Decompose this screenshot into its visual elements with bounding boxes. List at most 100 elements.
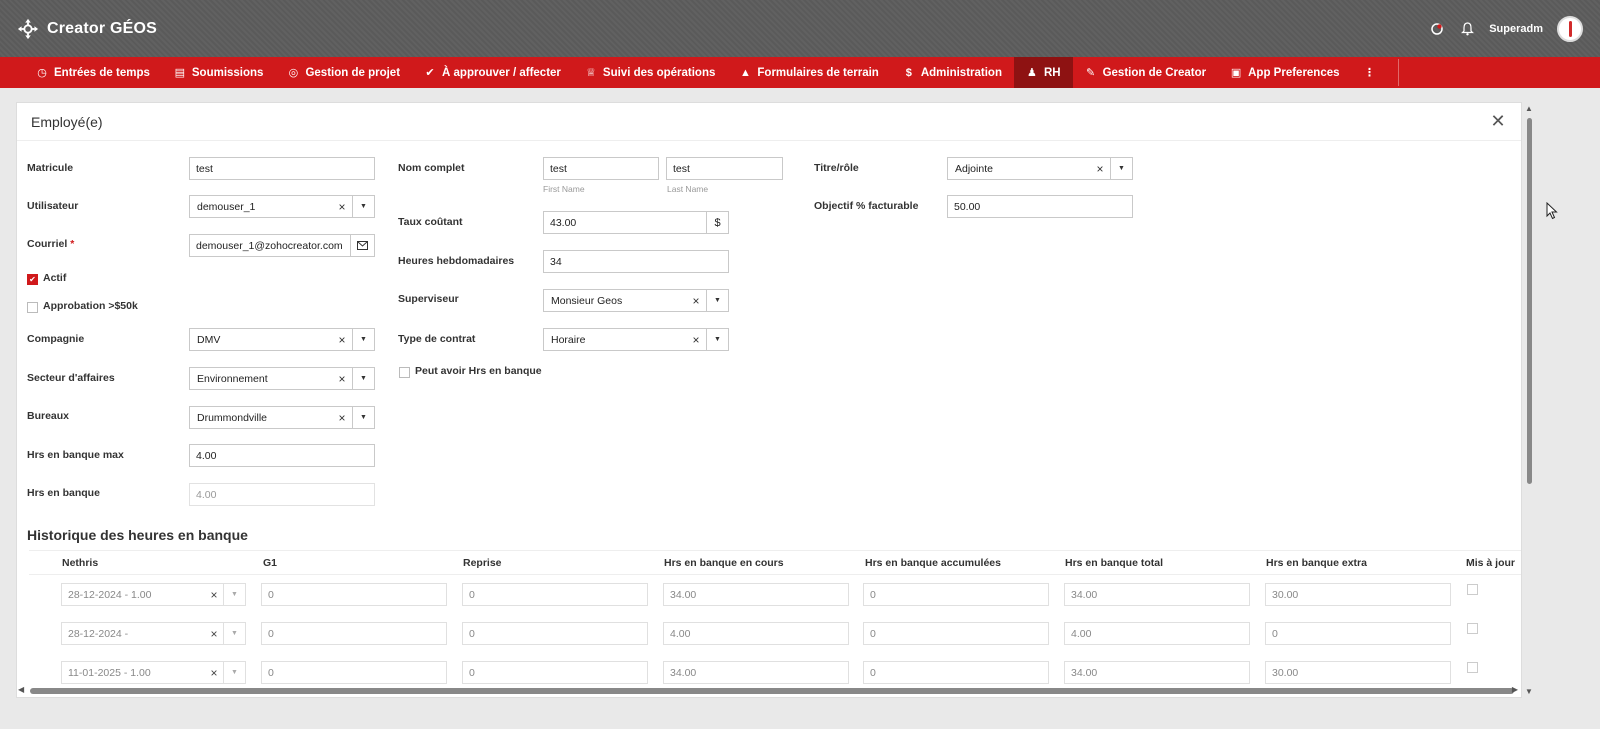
nethris-select[interactable]: 28-12-2024 - × ▼ <box>61 622 246 645</box>
chevron-down-icon[interactable]: ▼ <box>1110 158 1132 179</box>
g1-cell[interactable]: 0 <box>261 661 447 684</box>
clear-icon[interactable]: × <box>1090 158 1110 179</box>
reprise-cell[interactable]: 0 <box>462 583 648 606</box>
g1-cell[interactable]: 0 <box>261 622 447 645</box>
extra-cell[interactable]: 0 <box>1265 622 1451 645</box>
scroll-down-icon[interactable]: ▼ <box>1525 687 1533 696</box>
top-header: Creator GÉOS Superadm <box>0 0 1600 57</box>
taux-label: Taux coûtant <box>398 216 463 228</box>
clear-icon[interactable]: × <box>332 329 352 350</box>
chevron-down-icon[interactable]: ▼ <box>352 196 374 217</box>
nav-item-time-entries[interactable]: ◷ Entrées de temps <box>0 57 162 88</box>
chevron-down-icon[interactable]: ▼ <box>223 662 245 683</box>
clear-icon[interactable]: × <box>205 584 223 605</box>
accumulees-cell[interactable]: 0 <box>863 622 1049 645</box>
compagnie-select[interactable]: DMV × ▼ <box>189 328 375 351</box>
bell-icon[interactable] <box>1459 21 1475 37</box>
user-name[interactable]: Superadm <box>1489 23 1543 35</box>
taux-input[interactable]: 43.00 <box>543 211 707 234</box>
accumulees-cell[interactable]: 0 <box>863 583 1049 606</box>
settings-icon[interactable] <box>1429 21 1445 37</box>
objectif-input[interactable]: 50.00 <box>947 195 1133 218</box>
vertical-scroll-thumb[interactable] <box>1527 118 1532 484</box>
hrs-max-input[interactable]: 4.00 <box>189 444 375 467</box>
clear-icon[interactable]: × <box>686 290 706 311</box>
employee-form-panel: Employé(e) ✕ Matricule test Utilisateur … <box>16 102 1522 698</box>
more-menu-button[interactable]: ⋮ <box>1352 57 1388 88</box>
chevron-down-icon[interactable]: ▼ <box>223 584 245 605</box>
nav-item-project[interactable]: ◎ Gestion de projet <box>275 57 412 88</box>
nav-item-administration[interactable]: $ Administration <box>891 57 1014 88</box>
horizontal-scroll-thumb[interactable] <box>30 688 1514 694</box>
chevron-down-icon[interactable]: ▼ <box>352 329 374 350</box>
hrs-max-label: Hrs en banque max <box>27 449 124 461</box>
extra-cell[interactable]: 30.00 <box>1265 583 1451 606</box>
matricule-input[interactable]: test <box>189 157 375 180</box>
accumulees-cell[interactable]: 0 <box>863 661 1049 684</box>
app-title: Creator GÉOS <box>47 19 157 37</box>
nav-item-operations[interactable]: ♕ Suivi des opérations <box>573 57 727 88</box>
dollar-icon: $ <box>905 66 912 79</box>
horizontal-scrollbar[interactable]: ◀ ▶ <box>16 684 1522 698</box>
chevron-down-icon[interactable]: ▼ <box>706 290 728 311</box>
avatar[interactable] <box>1557 15 1583 42</box>
time-entry-icon: ◷ <box>37 67 47 79</box>
peut-avoir-checkbox[interactable] <box>399 367 410 378</box>
nethris-select[interactable]: 11-01-2025 - 1.00 × ▼ <box>61 661 246 684</box>
total-cell[interactable]: 34.00 <box>1064 583 1250 606</box>
app-logo[interactable]: Creator GÉOS <box>17 18 157 40</box>
courriel-input[interactable]: demouser_1@zohocreator.com <box>189 234 351 257</box>
nethris-select[interactable]: 28-12-2024 - 1.00 × ▼ <box>61 583 246 606</box>
superviseur-select[interactable]: Monsieur Geos × ▼ <box>543 289 729 312</box>
reprise-cell[interactable]: 0 <box>462 661 648 684</box>
secteur-label: Secteur d'affaires <box>27 372 115 384</box>
nav-item-rh[interactable]: ♟ RH <box>1013 57 1073 88</box>
nav-divider <box>1397 59 1399 86</box>
nav-item-field-forms[interactable]: ▲ Formulaires de terrain <box>727 57 890 88</box>
total-cell[interactable]: 34.00 <box>1064 661 1250 684</box>
nethris-value: 11-01-2025 - 1.00 <box>68 666 151 679</box>
titre-select[interactable]: Adjointe × ▼ <box>947 157 1133 180</box>
secteur-value: Environnement <box>197 372 268 385</box>
cone-icon: ▲ <box>739 66 751 79</box>
contrat-select[interactable]: Horaire × ▼ <box>543 328 729 351</box>
actif-checkbox[interactable]: ✔ <box>27 274 38 285</box>
chevron-down-icon[interactable]: ▼ <box>352 368 374 389</box>
scroll-up-icon[interactable]: ▲ <box>1525 104 1533 113</box>
mis-a-jour-checkbox[interactable] <box>1467 584 1478 595</box>
chevron-down-icon[interactable]: ▼ <box>706 329 728 350</box>
vertical-scrollbar[interactable]: ▲ ▼ <box>1522 102 1536 698</box>
en-cours-cell[interactable]: 34.00 <box>663 661 849 684</box>
scroll-left-icon[interactable]: ◀ <box>18 685 24 694</box>
close-icon[interactable]: ✕ <box>1489 111 1507 132</box>
reprise-cell[interactable]: 0 <box>462 622 648 645</box>
chevron-down-icon[interactable]: ▼ <box>352 407 374 428</box>
approbation-checkbox[interactable] <box>27 302 38 313</box>
total-cell[interactable]: 4.00 <box>1064 622 1250 645</box>
g1-cell[interactable]: 0 <box>261 583 447 606</box>
people-icon: ♟ <box>1027 67 1037 79</box>
clear-icon[interactable]: × <box>686 329 706 350</box>
nav-item-submissions[interactable]: ▤ Soumissions <box>162 57 276 88</box>
heures-hebdo-input[interactable]: 34 <box>543 250 729 273</box>
extra-cell[interactable]: 30.00 <box>1265 661 1451 684</box>
chevron-down-icon[interactable]: ▼ <box>223 623 245 644</box>
clear-icon[interactable]: × <box>332 196 352 217</box>
clear-icon[interactable]: × <box>205 662 223 683</box>
clear-icon[interactable]: × <box>332 368 352 389</box>
first-name-input[interactable]: test <box>543 157 659 180</box>
utilisateur-select[interactable]: demouser_1 × ▼ <box>189 195 375 218</box>
en-cours-cell[interactable]: 34.00 <box>663 583 849 606</box>
nav-item-creator-management[interactable]: ✎ Gestion de Creator <box>1073 57 1219 88</box>
mis-a-jour-checkbox[interactable] <box>1467 662 1478 673</box>
secteur-select[interactable]: Environnement × ▼ <box>189 367 375 390</box>
en-cours-cell[interactable]: 4.00 <box>663 622 849 645</box>
nav-item-app-preferences[interactable]: ▣ App Preferences <box>1218 57 1351 88</box>
bureaux-select[interactable]: Drummondville × ▼ <box>189 406 375 429</box>
clear-icon[interactable]: × <box>205 623 223 644</box>
scroll-right-icon[interactable]: ▶ <box>1512 685 1518 694</box>
clear-icon[interactable]: × <box>332 407 352 428</box>
mis-a-jour-checkbox[interactable] <box>1467 623 1478 634</box>
last-name-input[interactable]: test <box>666 157 783 180</box>
nav-item-approve[interactable]: ✔ À approuver / affecter <box>412 57 573 88</box>
